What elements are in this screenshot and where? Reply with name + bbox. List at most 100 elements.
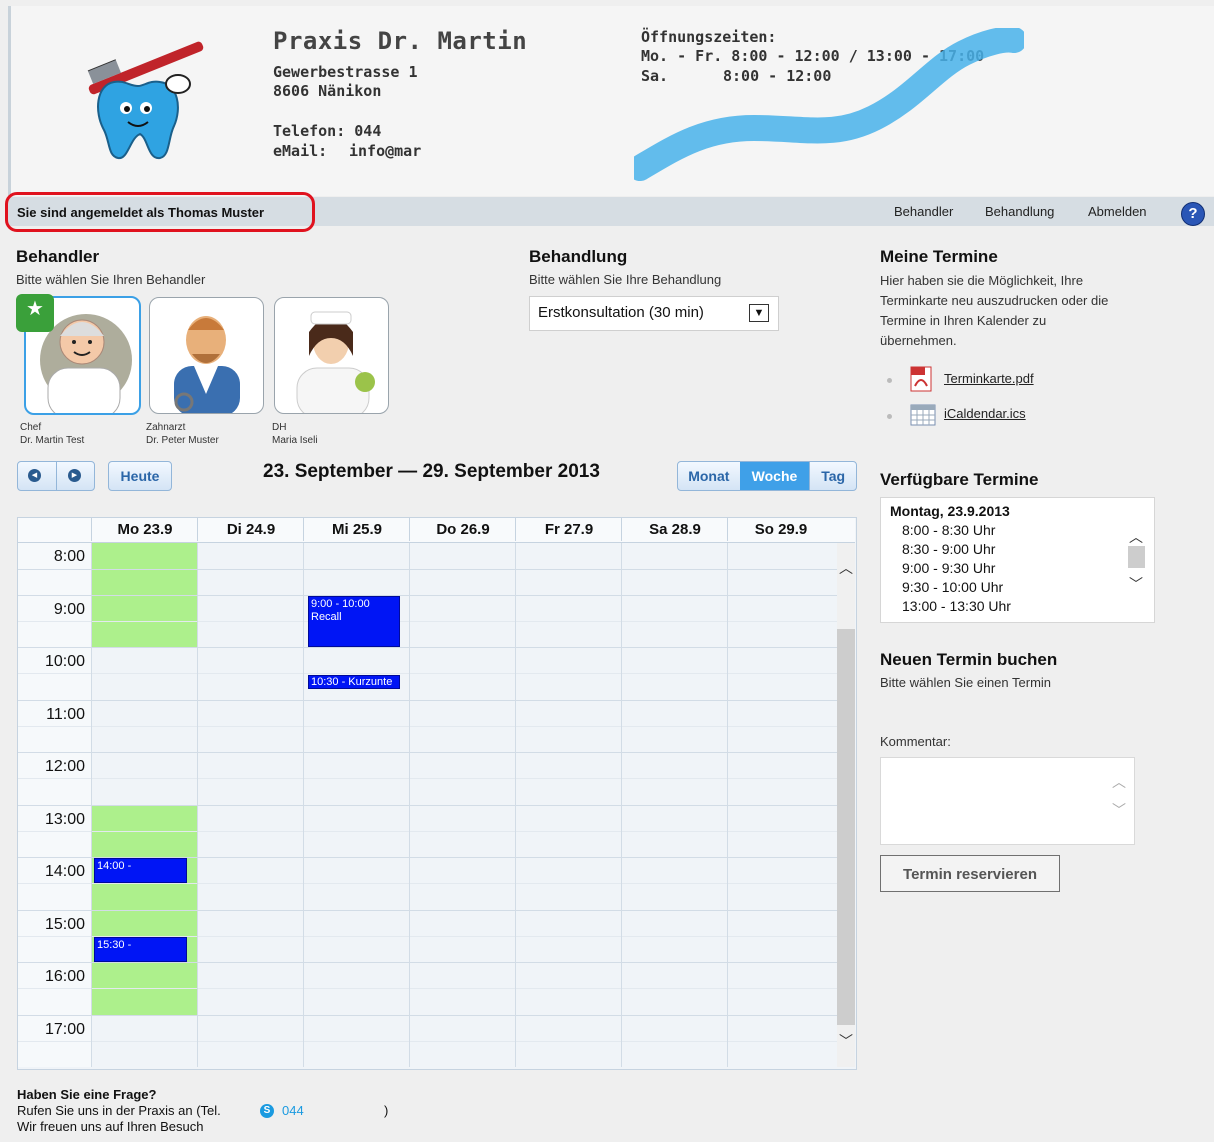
event-recall[interactable]: 9:00 - 10:00 Recall bbox=[308, 596, 400, 647]
practice-city: 8606 Nänikon bbox=[273, 82, 382, 100]
time-label: 9:00 bbox=[53, 601, 85, 618]
nav-divider bbox=[56, 462, 57, 490]
view-month-button[interactable]: Monat bbox=[678, 462, 740, 490]
time-label: 15:00 bbox=[44, 916, 85, 933]
event-time: 9:00 - 10:00 bbox=[311, 598, 370, 610]
favorite-star-icon: ★ bbox=[16, 294, 54, 332]
grid-line bbox=[18, 752, 837, 753]
grid-line bbox=[18, 700, 837, 701]
grid-column-line bbox=[409, 543, 410, 1067]
slot-item[interactable]: 8:30 - 9:00 Uhr bbox=[902, 540, 995, 559]
view-day-button[interactable]: Tag bbox=[809, 462, 856, 490]
time-label: 13:00 bbox=[44, 811, 85, 828]
textarea-scroll-up-icon[interactable]: ︿ bbox=[1110, 772, 1128, 792]
nav-behandlung[interactable]: Behandlung bbox=[985, 204, 1054, 219]
grid-line bbox=[18, 673, 837, 674]
termin-reservieren-button[interactable]: Termin reservieren bbox=[880, 855, 1060, 892]
scroll-down-icon[interactable]: ﹀ bbox=[837, 1031, 855, 1051]
list-scroll-up-icon[interactable]: ︿ bbox=[1127, 527, 1145, 547]
grid-line bbox=[18, 621, 837, 622]
grid-column-line bbox=[91, 543, 92, 1067]
terminkarte-pdf-link[interactable]: Terminkarte.pdf bbox=[944, 371, 1034, 386]
doctor-name-maria: Maria Iseli bbox=[272, 435, 318, 446]
footer-thanks: Wir freuen uns auf Ihren Besuch bbox=[17, 1119, 204, 1134]
chevron-down-icon[interactable]: ▼ bbox=[749, 304, 769, 322]
calendar-scroll-thumb[interactable] bbox=[837, 629, 855, 1025]
day-header-sa: Sa 28.9 bbox=[621, 518, 728, 541]
prev-week-icon[interactable]: ◀ bbox=[28, 469, 41, 482]
meine-termine-text: Hier haben sie die Möglichkeit, Ihre Ter… bbox=[880, 273, 1109, 348]
available-date-heading: Montag, 23.9.2013 bbox=[890, 503, 1010, 519]
day-header-do: Do 26.9 bbox=[409, 518, 516, 541]
grid-column-line bbox=[303, 543, 304, 1067]
neuer-termin-subtitle: Bitte wählen Sie einen Termin bbox=[880, 675, 1052, 690]
doctor-role-martin: Chef bbox=[20, 422, 42, 433]
list-scroll-down-icon[interactable]: ﹀ bbox=[1127, 574, 1145, 594]
event-kurzuntersuchung[interactable]: 10:30 - Kurzunte bbox=[308, 675, 400, 689]
grid-line bbox=[18, 910, 837, 911]
time-label: 16:00 bbox=[44, 968, 85, 985]
footer-phone-link[interactable]: 044 bbox=[282, 1103, 304, 1118]
doctor-card-peter[interactable] bbox=[149, 297, 264, 414]
day-header-fr: Fr 27.9 bbox=[515, 518, 622, 541]
practice-email-label: eMail: bbox=[273, 142, 328, 160]
nav-abmelden[interactable]: Abmelden bbox=[1088, 204, 1147, 219]
footer-call-text: Rufen Sie uns in der Praxis an (Tel. bbox=[17, 1103, 221, 1118]
grid-line bbox=[18, 962, 837, 963]
textarea-scroll-down-icon[interactable]: ﹀ bbox=[1110, 800, 1128, 820]
calendar-view-switch: Monat Woche Tag bbox=[677, 461, 857, 491]
doctor-name-peter: Dr. Peter Muster bbox=[146, 435, 219, 446]
event-title: Recall bbox=[311, 611, 342, 623]
event-mo-1530[interactable]: 15:30 - bbox=[94, 937, 187, 962]
grid-line bbox=[18, 595, 837, 596]
help-icon[interactable]: ? bbox=[1181, 202, 1205, 226]
view-week-button[interactable]: Woche bbox=[739, 462, 810, 490]
scroll-up-icon[interactable]: ︿ bbox=[837, 558, 855, 578]
list-scroll-thumb[interactable] bbox=[1128, 546, 1145, 568]
time-label: 8:00 bbox=[53, 548, 85, 565]
footer-call-close: ) bbox=[384, 1103, 389, 1118]
skype-icon[interactable]: S bbox=[260, 1104, 274, 1118]
grid-column-line bbox=[197, 543, 198, 1067]
time-label: 14:00 bbox=[44, 863, 85, 880]
event-mo-1400[interactable]: 14:00 - bbox=[94, 858, 187, 883]
nav-behandler[interactable]: Behandler bbox=[894, 204, 953, 219]
grid-line bbox=[18, 883, 837, 884]
time-label: 17:00 bbox=[44, 1021, 85, 1038]
verfuegbare-title: Verfügbare Termine bbox=[880, 470, 1039, 489]
time-label: 10:00 bbox=[44, 653, 85, 670]
slot-item[interactable]: 13:00 - 13:30 Uhr bbox=[902, 597, 1011, 616]
highlight-annotation bbox=[5, 192, 315, 232]
tooth-logo bbox=[86, 30, 212, 162]
grid-line bbox=[18, 778, 837, 779]
practice-street: Gewerbestrasse 1 bbox=[273, 63, 418, 81]
next-week-icon[interactable]: ▶ bbox=[68, 469, 81, 482]
grid-line bbox=[18, 647, 837, 648]
kommentar-textarea[interactable] bbox=[880, 757, 1135, 845]
calendar-nav-group: ◀ ▶ bbox=[17, 461, 95, 491]
practice-name: Praxis Dr. Martin bbox=[273, 27, 528, 55]
grid-line bbox=[18, 988, 837, 989]
grid-column-line bbox=[621, 543, 622, 1067]
doctor-card-maria[interactable] bbox=[274, 297, 389, 414]
slot-item[interactable]: 9:30 - 10:00 Uhr bbox=[902, 578, 1003, 597]
behandlung-subtitle: Bitte wählen Sie Ihre Behandlung bbox=[529, 272, 722, 287]
pdf-icon bbox=[910, 366, 932, 392]
practice-phone: Telefon: 044 bbox=[273, 122, 382, 140]
grid-column-line bbox=[515, 543, 516, 1067]
behandlung-select-value: Erstkonsultation (30 min) bbox=[538, 304, 704, 321]
day-header-so: So 29.9 bbox=[727, 518, 834, 541]
calendar-date-range: 23. September — 29. September 2013 bbox=[263, 461, 600, 482]
behandlung-title: Behandlung bbox=[529, 247, 628, 266]
today-button[interactable]: Heute bbox=[108, 461, 172, 491]
icalendar-ics-link[interactable]: iCaldendar.ics bbox=[944, 406, 1026, 421]
grid-column-line bbox=[727, 543, 728, 1067]
meine-termine-title: Meine Termine bbox=[880, 247, 998, 266]
day-header-mo: Mo 23.9 bbox=[91, 518, 198, 541]
slot-item[interactable]: 9:00 - 9:30 Uhr bbox=[902, 559, 995, 578]
grid-line bbox=[18, 726, 837, 727]
doctor-role-maria: DH bbox=[272, 422, 287, 433]
slot-item[interactable]: 8:00 - 8:30 Uhr bbox=[902, 521, 995, 540]
day-header-mi: Mi 25.9 bbox=[303, 518, 410, 541]
practice-email: info@mar bbox=[349, 142, 422, 160]
